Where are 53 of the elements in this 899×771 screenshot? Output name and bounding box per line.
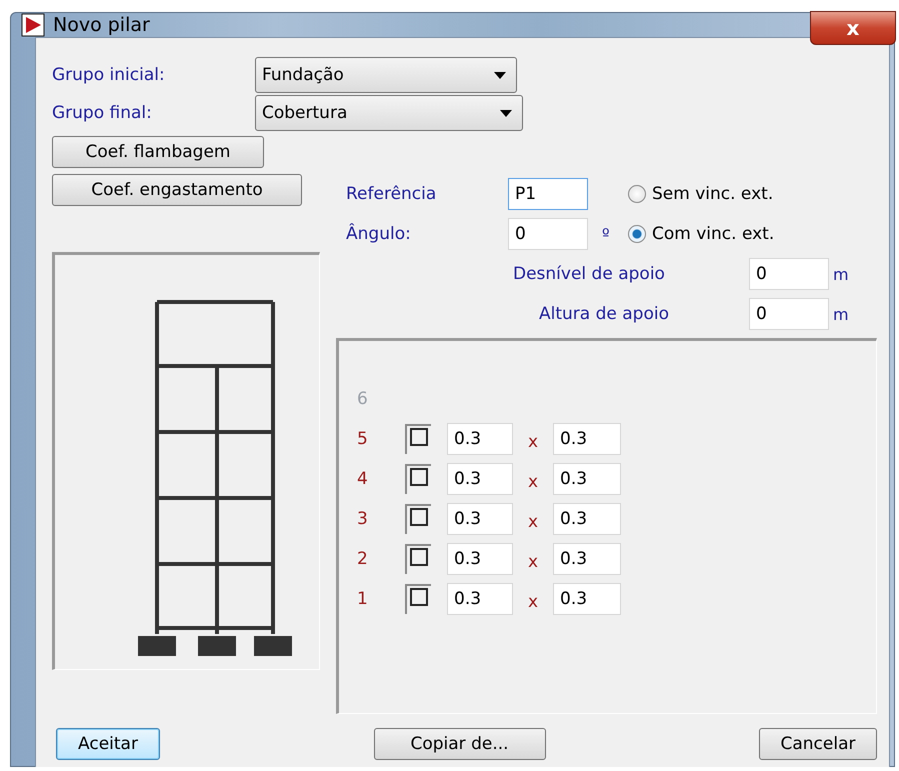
reference-label: Referência <box>346 184 438 204</box>
width-field[interactable]: 0.3 <box>447 543 513 575</box>
reference-field[interactable]: P1 <box>508 178 588 210</box>
depth-field[interactable]: 0.3 <box>553 543 621 575</box>
app-icon <box>21 13 45 37</box>
level-number: 5 <box>357 429 369 449</box>
depth-field[interactable]: 0.3 <box>553 423 621 455</box>
depth-field[interactable]: 0.3 <box>553 463 621 495</box>
dialog-button[interactable]: Aceitar <box>56 728 160 760</box>
fixity-coef-button[interactable]: Coef. engastamento <box>52 174 302 206</box>
linkage-radio[interactable]: Sem vinc. ext. <box>628 184 877 204</box>
support-label: Altura de apoio <box>538 304 670 324</box>
level-number: 2 <box>357 549 369 569</box>
level-checkbox[interactable] <box>410 588 428 606</box>
level-checkbox[interactable] <box>410 468 428 486</box>
angle-label: Ângulo: <box>346 224 412 244</box>
times-sign: x <box>526 591 540 612</box>
level-checkbox[interactable] <box>410 428 428 446</box>
level-number: 6 <box>357 389 369 409</box>
depth-field[interactable]: 0.3 <box>553 583 621 615</box>
level-checkbox[interactable] <box>410 548 428 566</box>
support-field[interactable]: 0 <box>749 258 829 290</box>
level-number: 4 <box>357 469 369 489</box>
width-field[interactable]: 0.3 <box>447 423 513 455</box>
buckling-coef-button[interactable]: Coef. flambagem <box>52 136 264 168</box>
width-field[interactable]: 0.3 <box>447 583 513 615</box>
caret-icon <box>500 110 512 116</box>
unit-label: m <box>832 264 850 284</box>
linkage-radio[interactable]: Com vinc. ext. <box>628 224 877 244</box>
support-field[interactable]: 0 <box>749 298 829 330</box>
level-checkbox[interactable] <box>410 508 428 526</box>
close-button[interactable]: x <box>810 11 896 45</box>
window-title: Novo pilar <box>53 14 150 36</box>
dialog-button[interactable]: Copiar de... <box>374 728 546 760</box>
depth-field[interactable]: 0.3 <box>553 503 621 535</box>
support-label: Desnível de apoio <box>513 264 666 284</box>
group-dropdown[interactable]: Fundação <box>255 57 517 93</box>
group-label: Grupo inicial: <box>52 65 166 85</box>
dialog-button[interactable]: Cancelar <box>759 728 877 760</box>
angle-field[interactable]: 0 <box>508 218 588 250</box>
level-number: 1 <box>357 589 369 609</box>
times-sign: x <box>526 471 540 492</box>
caret-icon <box>494 72 506 78</box>
group-dropdown[interactable]: Cobertura <box>255 95 523 131</box>
degree-unit: º <box>601 224 611 244</box>
times-sign: x <box>526 551 540 572</box>
times-sign: x <box>526 511 540 532</box>
unit-label: m <box>832 304 850 324</box>
times-sign: x <box>526 431 540 452</box>
width-field[interactable]: 0.3 <box>447 463 513 495</box>
group-label: Grupo final: <box>52 103 153 123</box>
level-number: 3 <box>357 509 369 529</box>
width-field[interactable]: 0.3 <box>447 503 513 535</box>
